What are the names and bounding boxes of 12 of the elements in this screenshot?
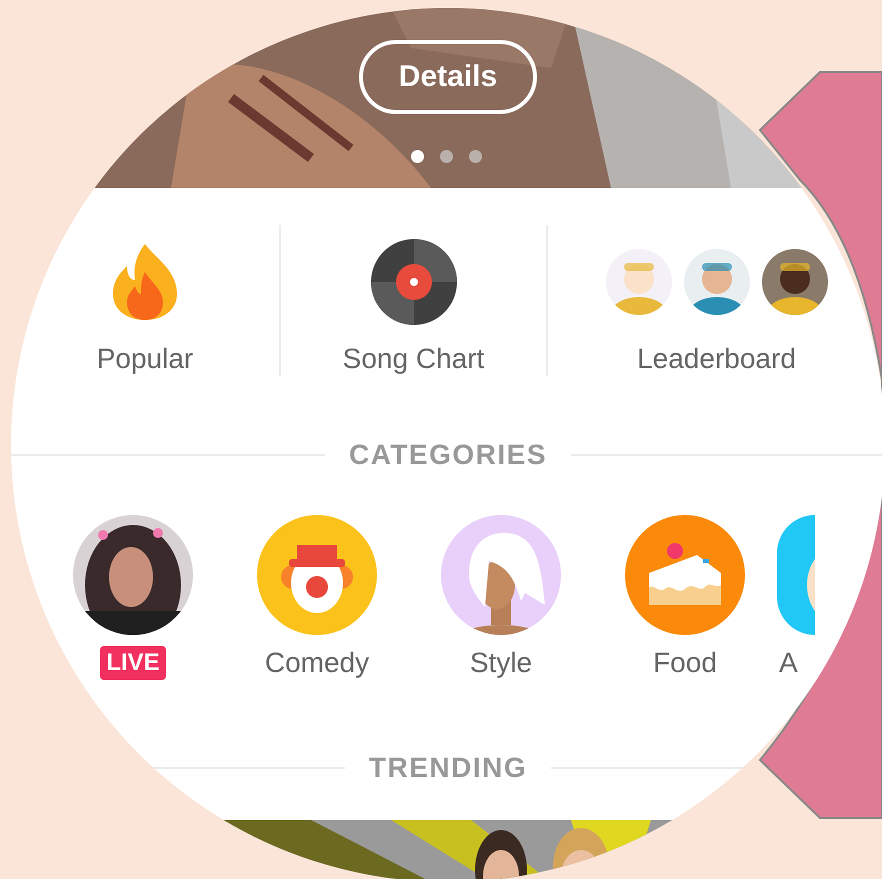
category-label[interactable]: Style	[470, 646, 532, 680]
vinyl-record-icon	[370, 238, 458, 326]
shortcut-label[interactable]: Leaderboard	[637, 342, 796, 376]
details-button[interactable]: Details	[359, 40, 537, 114]
category-label[interactable]: A	[777, 646, 798, 680]
section-heading: CATEGORIES	[348, 438, 548, 472]
category-label[interactable]: Comedy	[264, 646, 370, 680]
shortcut-label[interactable]: Popular	[96, 342, 194, 376]
category-label[interactable]: Food	[653, 646, 717, 680]
live-badge: LIVE	[100, 646, 166, 680]
shortcut-label[interactable]: Song Chart	[342, 342, 484, 376]
section-heading: TRENDING	[368, 751, 528, 785]
